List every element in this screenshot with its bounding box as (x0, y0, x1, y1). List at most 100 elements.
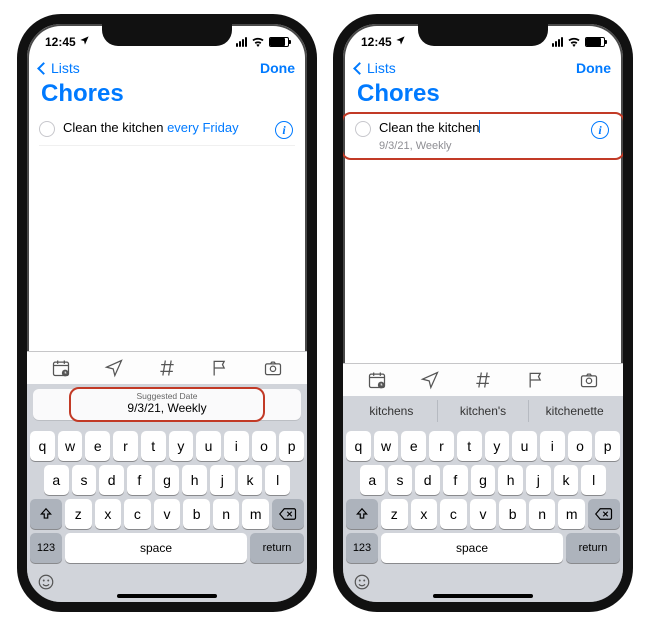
key-h[interactable]: h (182, 465, 207, 495)
key-q[interactable]: q (346, 431, 371, 461)
space-key[interactable]: space (65, 533, 247, 563)
key-v[interactable]: v (470, 499, 497, 529)
suggested-date-pill[interactable]: Suggested Date 9/3/21, Weekly (33, 389, 301, 420)
key-k[interactable]: k (554, 465, 579, 495)
hashtag-icon[interactable] (157, 358, 177, 378)
reminder-details-button[interactable]: i (591, 121, 609, 139)
key-u[interactable]: u (512, 431, 537, 461)
home-indicator[interactable] (117, 594, 217, 598)
numeric-key[interactable]: 123 (346, 533, 378, 563)
key-d[interactable]: d (99, 465, 124, 495)
key-v[interactable]: v (154, 499, 181, 529)
chevron-left-icon (353, 62, 366, 75)
numeric-key[interactable]: 123 (30, 533, 62, 563)
camera-icon[interactable] (263, 358, 283, 378)
key-b[interactable]: b (499, 499, 526, 529)
key-i[interactable]: i (224, 431, 249, 461)
key-j[interactable]: j (210, 465, 235, 495)
prediction-2[interactable]: kitchen's (438, 400, 530, 422)
flag-icon[interactable] (526, 370, 546, 390)
prediction-3[interactable]: kitchenette (529, 400, 620, 422)
flag-icon[interactable] (210, 358, 230, 378)
key-r[interactable]: r (113, 431, 138, 461)
key-i[interactable]: i (540, 431, 565, 461)
calendar-icon[interactable] (51, 358, 71, 378)
key-m[interactable]: m (558, 499, 585, 529)
key-e[interactable]: e (401, 431, 426, 461)
camera-icon[interactable] (579, 370, 599, 390)
key-w[interactable]: w (374, 431, 399, 461)
reminder-plain-text: Clean the kitchen (63, 120, 167, 135)
key-t[interactable]: t (141, 431, 166, 461)
key-o[interactable]: o (568, 431, 593, 461)
reminder-details-button[interactable]: i (275, 121, 293, 139)
key-x[interactable]: x (95, 499, 122, 529)
shift-key[interactable] (30, 499, 62, 529)
key-l[interactable]: l (581, 465, 606, 495)
calendar-icon[interactable] (367, 370, 387, 390)
reminder-complete-radio[interactable] (39, 121, 55, 137)
emoji-key[interactable] (37, 578, 55, 595)
key-q[interactable]: q (30, 431, 55, 461)
key-b[interactable]: b (183, 499, 210, 529)
key-y[interactable]: y (485, 431, 510, 461)
key-g[interactable]: g (471, 465, 496, 495)
key-z[interactable]: z (381, 499, 408, 529)
reminder-row[interactable]: Clean the kitchen 9/3/21, Weekly i (355, 114, 611, 159)
reminder-complete-radio[interactable] (355, 121, 371, 137)
hashtag-icon[interactable] (473, 370, 493, 390)
location-arrow-icon (395, 35, 406, 49)
return-key[interactable]: return (566, 533, 620, 563)
back-button[interactable]: Lists (355, 60, 396, 76)
wifi-icon (251, 37, 265, 47)
back-button[interactable]: Lists (39, 60, 80, 76)
space-key[interactable]: space (381, 533, 563, 563)
key-f[interactable]: f (127, 465, 152, 495)
key-c[interactable]: c (440, 499, 467, 529)
key-t[interactable]: t (457, 431, 482, 461)
keyboard-suggestion-bar: Suggested Date 9/3/21, Weekly (27, 384, 307, 425)
shift-key[interactable] (346, 499, 378, 529)
key-d[interactable]: d (415, 465, 440, 495)
location-icon[interactable] (104, 358, 124, 378)
prediction-1[interactable]: kitchens (346, 400, 438, 422)
key-p[interactable]: p (595, 431, 620, 461)
key-y[interactable]: y (169, 431, 194, 461)
key-s[interactable]: s (388, 465, 413, 495)
key-e[interactable]: e (85, 431, 110, 461)
done-button[interactable]: Done (260, 60, 295, 76)
status-time: 12:45 (361, 35, 392, 49)
battery-icon (269, 37, 289, 47)
key-l[interactable]: l (265, 465, 290, 495)
key-n[interactable]: n (213, 499, 240, 529)
reminder-row[interactable]: Clean the kitchen every Friday i (39, 114, 295, 146)
key-h[interactable]: h (498, 465, 523, 495)
key-f[interactable]: f (443, 465, 468, 495)
backspace-key[interactable] (272, 499, 304, 529)
home-indicator[interactable] (433, 594, 533, 598)
reminder-text-input[interactable]: Clean the kitchen every Friday (63, 120, 267, 137)
key-j[interactable]: j (526, 465, 551, 495)
key-c[interactable]: c (124, 499, 151, 529)
key-u[interactable]: u (196, 431, 221, 461)
key-r[interactable]: r (429, 431, 454, 461)
location-icon[interactable] (420, 370, 440, 390)
key-k[interactable]: k (238, 465, 263, 495)
key-s[interactable]: s (72, 465, 97, 495)
backspace-key[interactable] (588, 499, 620, 529)
key-p[interactable]: p (279, 431, 304, 461)
key-a[interactable]: a (360, 465, 385, 495)
return-key[interactable]: return (250, 533, 304, 563)
done-button[interactable]: Done (576, 60, 611, 76)
key-z[interactable]: z (65, 499, 92, 529)
key-n[interactable]: n (529, 499, 556, 529)
key-o[interactable]: o (252, 431, 277, 461)
key-w[interactable]: w (58, 431, 83, 461)
reminder-text-input[interactable]: Clean the kitchen 9/3/21, Weekly (379, 120, 583, 153)
nav-bar: Lists Done (343, 56, 623, 78)
key-m[interactable]: m (242, 499, 269, 529)
key-x[interactable]: x (411, 499, 438, 529)
emoji-key[interactable] (353, 578, 371, 595)
key-g[interactable]: g (155, 465, 180, 495)
key-a[interactable]: a (44, 465, 69, 495)
